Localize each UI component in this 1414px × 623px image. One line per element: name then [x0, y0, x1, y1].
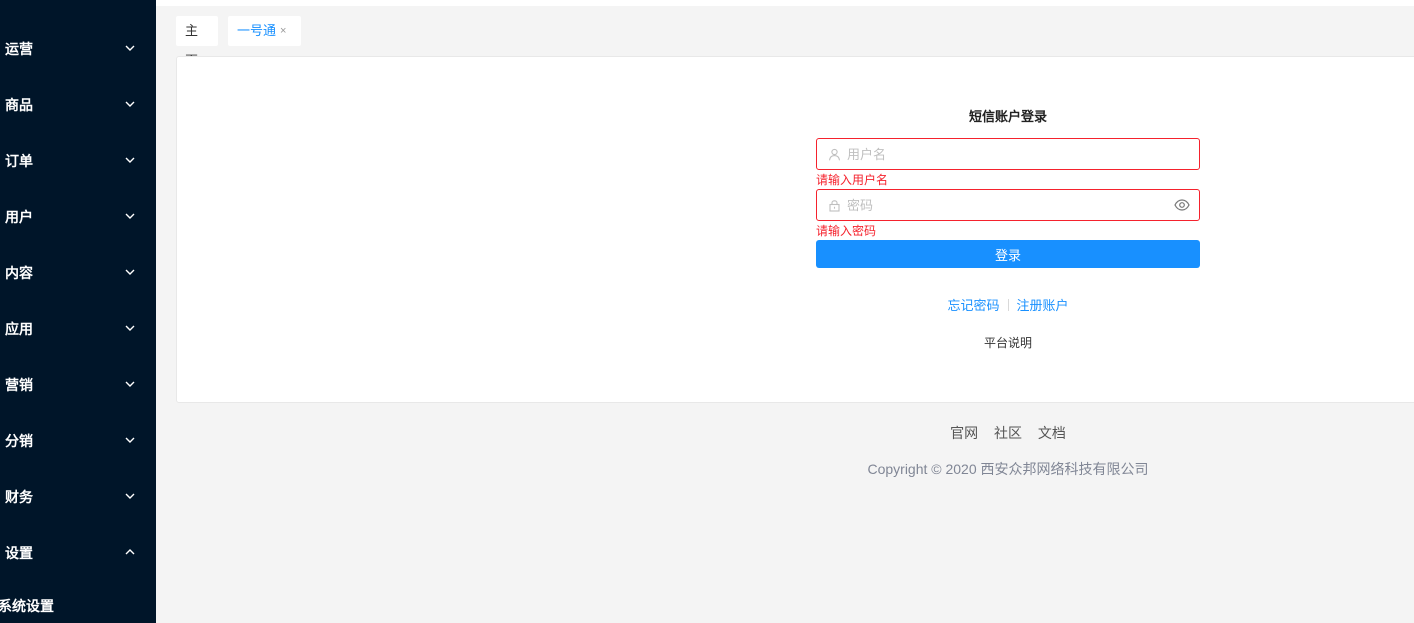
chevron-down-icon — [124, 210, 136, 222]
footer-link-official[interactable]: 官网 — [950, 425, 978, 441]
forgot-password-link[interactable]: 忘记密码 — [947, 298, 999, 313]
eye-icon[interactable] — [1174, 198, 1190, 212]
sidebar-subitem-system-settings[interactable]: 系统设置 — [0, 596, 54, 616]
sidebar-item-distribution[interactable]: 分销 — [0, 413, 156, 469]
sidebar-item-label: 用户 — [5, 209, 33, 225]
chevron-down-icon — [124, 42, 136, 54]
password-field[interactable] — [816, 189, 1200, 221]
sidebar-item-label: 分销 — [5, 433, 33, 449]
chevron-down-icon — [124, 490, 136, 502]
chevron-down-icon — [124, 434, 136, 446]
username-field[interactable] — [816, 138, 1200, 170]
sidebar-item-label: 订单 — [5, 153, 33, 169]
chevron-down-icon — [124, 266, 136, 278]
tab-label: 一号通 — [237, 23, 277, 38]
sidebar-item-apps[interactable]: 应用 — [0, 301, 156, 357]
sidebar-item-label: 商品 — [5, 97, 33, 113]
sidebar-item-label: 内容 — [5, 265, 33, 281]
sidebar-item-orders[interactable]: 订单 — [0, 133, 156, 189]
register-link[interactable]: 注册账户 — [1017, 298, 1069, 313]
main-card — [176, 56, 1414, 403]
footer-link-community[interactable]: 社区 — [994, 425, 1022, 441]
sidebar-item-finance[interactable]: 财务 — [0, 469, 156, 525]
user-icon — [828, 148, 841, 161]
sidebar-item-label: 运营 — [5, 41, 33, 57]
sidebar-item-label: 财务 — [5, 489, 33, 505]
sidebar-item-label: 设置 — [5, 545, 33, 561]
sidebar-item-label: 应用 — [5, 321, 33, 337]
sidebar-item-operations[interactable]: 运营 — [0, 21, 156, 77]
chevron-down-icon — [124, 322, 136, 334]
sidebar-item-content[interactable]: 内容 — [0, 245, 156, 301]
sidebar-item-products[interactable]: 商品 — [0, 77, 156, 133]
sidebar-item-label: 营销 — [5, 377, 33, 393]
chevron-down-icon — [124, 378, 136, 390]
header-bar — [156, 0, 1414, 6]
close-icon[interactable]: × — [280, 16, 286, 46]
sidebar: 运营 商品 订单 用户 内容 应用 营销 分销 财务 设置 系统设置 — [0, 0, 156, 623]
footer-link-docs[interactable]: 文档 — [1038, 425, 1066, 441]
platform-info-link[interactable]: 平台说明 — [816, 334, 1200, 351]
chevron-down-icon — [124, 154, 136, 166]
lock-icon — [828, 199, 841, 212]
login-button[interactable]: 登录 — [816, 240, 1200, 268]
username-input[interactable] — [847, 140, 1177, 168]
tab-home[interactable]: 主页 — [176, 16, 218, 68]
tab-yihaotong[interactable]: 一号通 × — [228, 16, 301, 46]
copyright-text: Copyright © 2020 西安众邦网络科技有限公司 — [867, 461, 1149, 477]
password-input[interactable] — [847, 191, 1177, 219]
password-error: 请输入密码 — [816, 224, 877, 238]
sidebar-item-settings[interactable]: 设置 — [0, 525, 156, 581]
username-error: 请输入用户名 — [816, 173, 889, 187]
chevron-down-icon — [124, 98, 136, 110]
chevron-up-icon — [124, 546, 136, 558]
footer-links: 官网 社区 文档 — [816, 423, 1200, 443]
sidebar-item-marketing[interactable]: 营销 — [0, 357, 156, 413]
login-title: 短信账户登录 — [968, 109, 1047, 124]
divider — [1007, 299, 1009, 311]
account-links: 忘记密码 注册账户 — [816, 295, 1200, 314]
sidebar-item-users[interactable]: 用户 — [0, 189, 156, 245]
